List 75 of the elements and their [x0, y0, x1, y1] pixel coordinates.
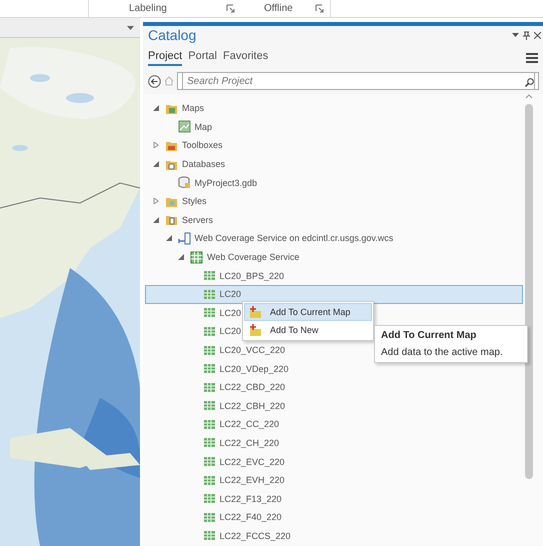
grid-icon [202, 399, 216, 412]
add-layer-icon [249, 306, 262, 318]
tab[interactable]: Favorites [223, 50, 268, 66]
tooltip-title: Add To Current Map [381, 330, 478, 341]
grid-icon [202, 455, 216, 468]
database-icon [178, 176, 190, 190]
tree-item[interactable]: LC20 [145, 284, 523, 304]
server-icon [178, 232, 190, 245]
collapse-arrow-icon[interactable] [153, 216, 159, 223]
grid-icon [202, 344, 216, 357]
tree-item[interactable]: LC22_F13_220 [145, 489, 287, 508]
folder-icon [165, 213, 178, 226]
tree-item[interactable]: LC20 [145, 304, 246, 322]
dropdown-caret-icon[interactable] [127, 26, 134, 30]
grid-icon [202, 380, 216, 394]
grid-icon [202, 306, 216, 320]
dropdown-caret-icon[interactable] [512, 33, 519, 37]
grid-icon [202, 492, 216, 506]
tree-item[interactable]: LC22_EVH_220 [145, 470, 290, 490]
grid-icon [202, 510, 216, 524]
tree-item[interactable]: LC20_VDep_220 [145, 359, 294, 378]
tree-item[interactable]: Styles [145, 192, 212, 211]
dialog-launcher-icon[interactable] [226, 4, 235, 13]
tree-item[interactable]: Web Coverage Service on edcintl.cr.usgs.gov.wcs [145, 229, 398, 248]
dialog-launcher-icon[interactable] [315, 4, 324, 13]
search-icon[interactable] [525, 78, 534, 87]
grid-icon [202, 269, 216, 282]
back-icon[interactable] [148, 74, 161, 88]
tooltip-text: Add data to the active map. [381, 347, 503, 358]
tree-item[interactable]: Map [145, 118, 218, 136]
menu-item[interactable]: Add To Current Map [244, 303, 372, 321]
tree-item[interactable]: MyProject3.gdb [145, 173, 262, 192]
map-icon [178, 120, 190, 134]
grid-icon [202, 436, 216, 450]
pane-title: Catalog [148, 27, 198, 43]
grid-icon [202, 418, 216, 431]
tree-item[interactable]: LC22_F40_220 [145, 508, 287, 527]
grid-icon [202, 529, 216, 542]
grid-icon [202, 288, 216, 301]
tree-item[interactable]: LC22_CH_220 [145, 434, 284, 452]
close-icon[interactable] [534, 32, 541, 38]
tree-item[interactable]: LC22_FCCS_220 [145, 526, 296, 546]
add-layer-icon [249, 324, 262, 336]
pin-icon[interactable] [523, 30, 530, 40]
collapse-arrow-icon[interactable] [178, 254, 184, 260]
collapse-arrow-icon[interactable] [166, 235, 172, 242]
grid-icon [202, 474, 216, 487]
group-label: Offline [264, 3, 293, 14]
tree-item[interactable]: Toolboxes [145, 136, 228, 155]
scrollbar-thumb[interactable] [525, 104, 533, 479]
expand-arrow-icon[interactable] [153, 142, 159, 148]
tree-item[interactable]: Web Coverage Service [145, 248, 304, 266]
tab[interactable]: Project [148, 50, 182, 66]
tree-item[interactable]: LC22_CC_220 [145, 415, 284, 434]
tree-item[interactable]: LC20_VCC_220 [145, 340, 290, 360]
tree-item[interactable]: Servers [145, 210, 218, 230]
grid-icon [190, 250, 203, 264]
tree-item[interactable]: LC22_EVC_220 [145, 452, 290, 471]
tree-item[interactable]: LC22_CBH_220 [145, 396, 290, 416]
menu-icon[interactable] [526, 53, 538, 63]
expand-arrow-icon[interactable] [153, 198, 159, 204]
scroll-up-icon[interactable] [525, 94, 533, 99]
tree-item[interactable]: LC22_CBD_220 [145, 378, 290, 396]
search-field[interactable]: Search Project [182, 72, 535, 90]
menu-item[interactable]: Add To New [244, 321, 372, 339]
tab[interactable]: Portal [188, 50, 217, 66]
group-label: Labeling [129, 3, 167, 14]
collapse-arrow-icon[interactable] [153, 105, 159, 112]
tree-item[interactable]: Maps [145, 99, 210, 118]
grid-icon [202, 324, 216, 338]
collapse-arrow-icon[interactable] [153, 161, 159, 168]
tree-item[interactable]: LC20 [145, 322, 246, 341]
tree-item[interactable]: Databases [145, 154, 230, 174]
tree-item[interactable]: LC20_BPS_220 [145, 266, 290, 285]
grid-icon [202, 362, 216, 376]
